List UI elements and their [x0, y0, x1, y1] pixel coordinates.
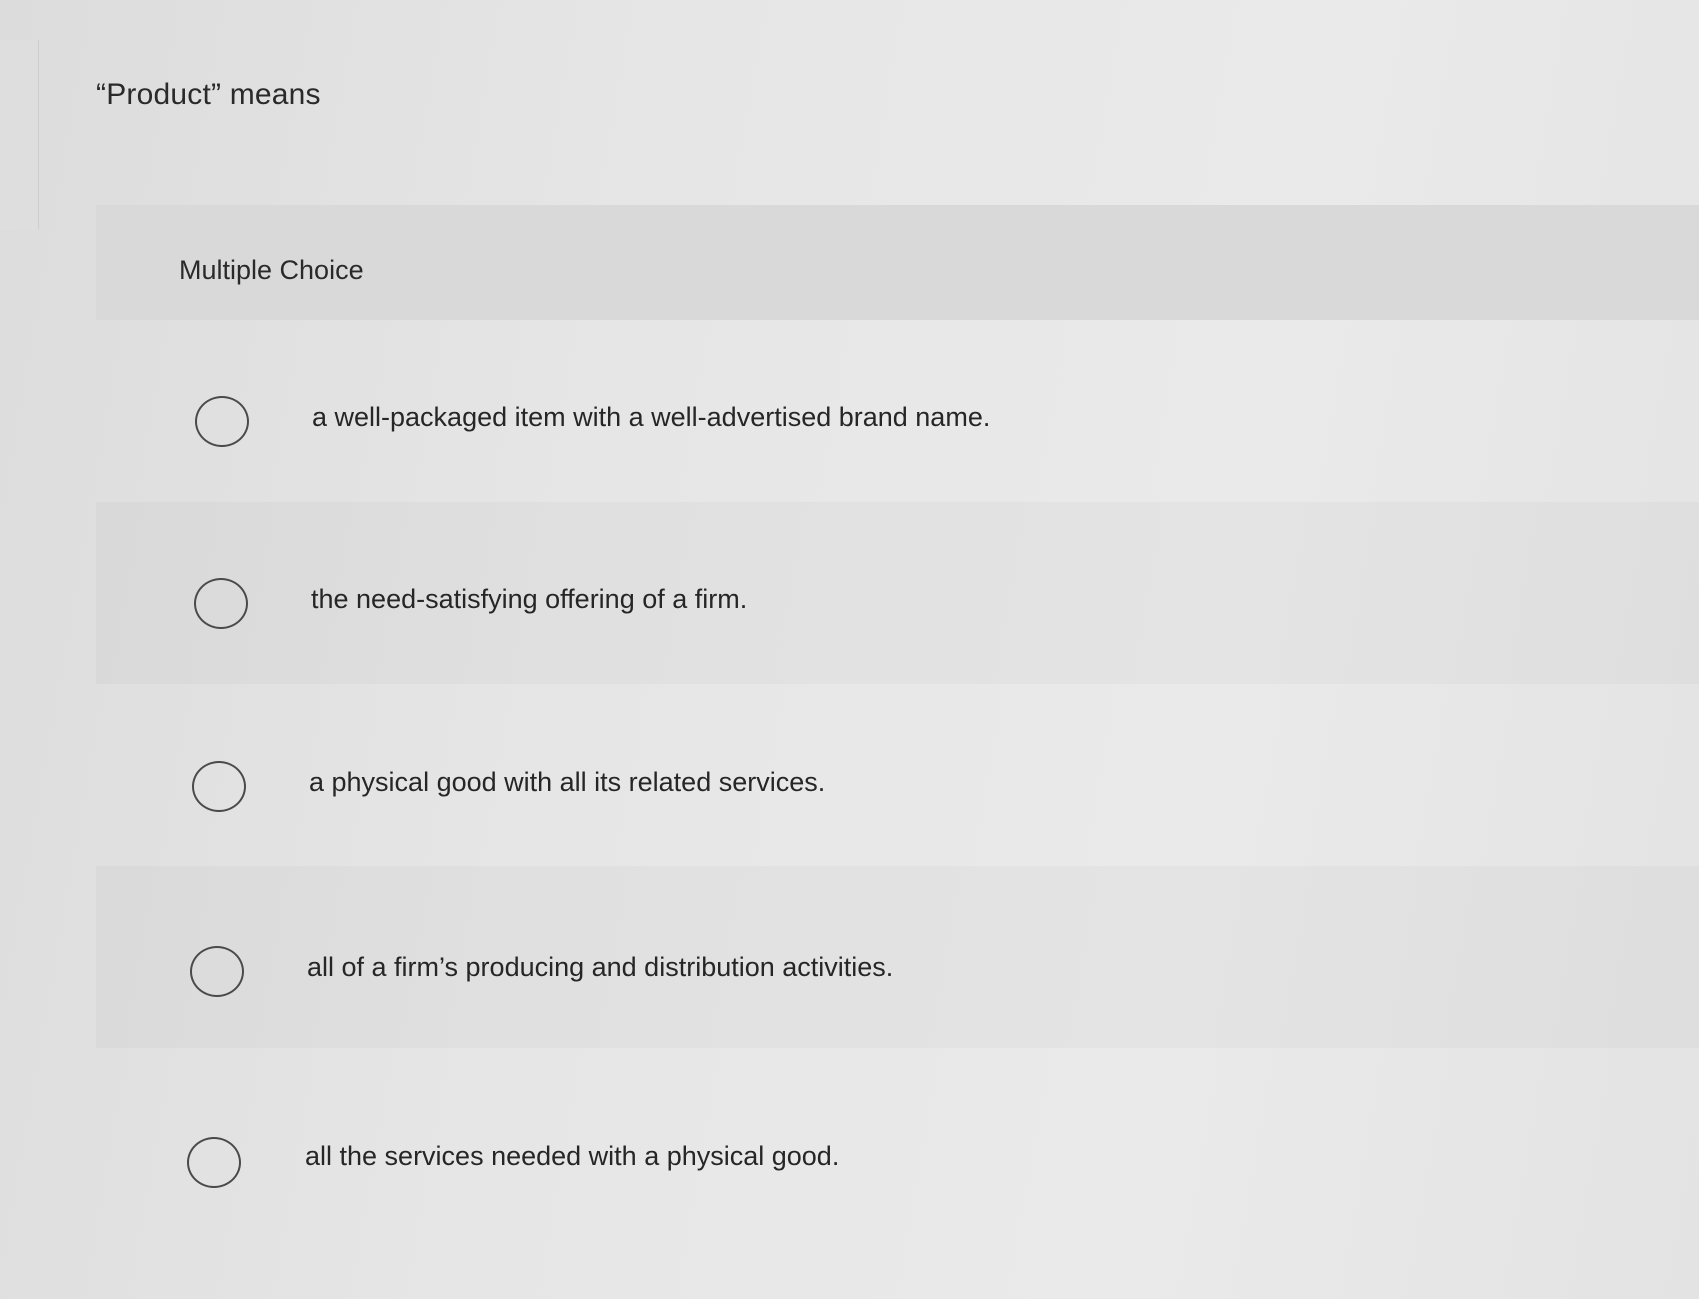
radio-button-5[interactable]: [187, 1137, 241, 1188]
multiple-choice-title: Multiple Choice: [179, 255, 364, 285]
answer-option-4[interactable]: all of a firm’s producing and distributi…: [96, 866, 1699, 1048]
answer-options: a well-packaged item with a well-adverti…: [96, 320, 1699, 1299]
left-panel-edge: [0, 40, 39, 230]
answer-option-3[interactable]: a physical good with all its related ser…: [96, 684, 1699, 866]
radio-button-2[interactable]: [194, 578, 248, 629]
answer-option-5[interactable]: all the services needed with a physical …: [96, 1048, 1699, 1230]
answer-option-5-label[interactable]: all the services needed with a physical …: [305, 1141, 839, 1172]
answer-option-2[interactable]: the need-satisfying offering of a firm.: [96, 502, 1699, 684]
radio-button-4[interactable]: [190, 946, 244, 997]
answer-option-1[interactable]: a well-packaged item with a well-adverti…: [96, 320, 1699, 502]
radio-button-1[interactable]: [195, 396, 249, 447]
answer-option-4-label[interactable]: all of a firm’s producing and distributi…: [307, 952, 893, 983]
quiz-screen: “Product” means Multiple Choice a well-p…: [0, 0, 1699, 1299]
answer-option-3-label[interactable]: a physical good with all its related ser…: [309, 767, 825, 798]
question-prompt: “Product” means: [96, 78, 321, 111]
radio-button-3[interactable]: [192, 761, 246, 812]
answer-option-1-label[interactable]: a well-packaged item with a well-adverti…: [312, 402, 990, 433]
answer-option-2-label[interactable]: the need-satisfying offering of a firm.: [311, 584, 747, 615]
multiple-choice-header: Multiple Choice: [96, 205, 1699, 320]
